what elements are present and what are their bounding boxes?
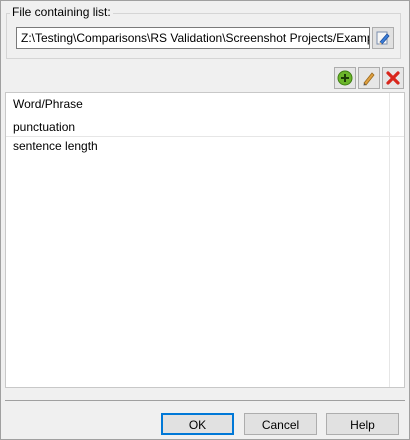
file-path-input[interactable]: Z:\Testing\Comparisons\RS Validation\Scr… [16, 27, 370, 49]
column-header-word-phrase[interactable]: Word/Phrase [6, 93, 389, 115]
help-button[interactable]: Help [326, 413, 399, 435]
delete-item-button[interactable] [382, 67, 404, 89]
list-item[interactable]: punctuation [6, 118, 404, 136]
separator [5, 400, 405, 401]
plus-circle-icon [337, 70, 353, 86]
pencil-browse-icon [375, 30, 391, 46]
cancel-button[interactable]: Cancel [244, 413, 317, 435]
file-group-label: File containing list: [10, 5, 113, 19]
list-item[interactable]: sentence length [6, 136, 404, 154]
pencil-icon [361, 70, 377, 86]
edit-item-button[interactable] [358, 67, 380, 89]
word-list[interactable]: Word/Phrase punctuation sentence length [5, 92, 405, 388]
red-x-icon [385, 70, 401, 86]
ok-button[interactable]: OK [161, 413, 234, 435]
browse-button[interactable] [372, 27, 394, 49]
add-item-button[interactable] [334, 67, 356, 89]
